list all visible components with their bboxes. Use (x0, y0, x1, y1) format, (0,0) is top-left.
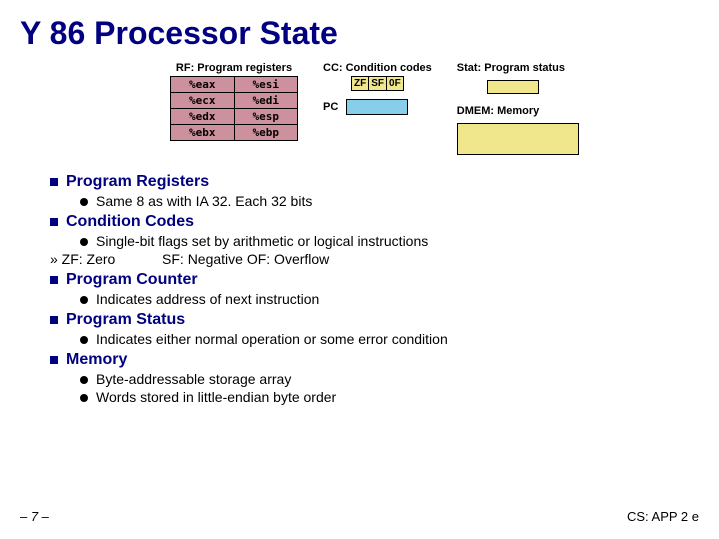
pc-box (346, 99, 408, 115)
round-bullet-icon (80, 394, 88, 402)
bullet-text: Indicates either normal operation or som… (96, 331, 448, 347)
footer: – 7 – CS: APP 2 e (20, 509, 699, 524)
bullet-text: Indicates address of next instruction (96, 291, 319, 307)
square-bullet-icon (50, 356, 58, 364)
content: Program Registers Same 8 as with IA 32. … (50, 173, 699, 405)
reg-cell: %edx (171, 109, 235, 125)
section-title: Memory (66, 351, 127, 368)
reg-cell: %esp (234, 109, 298, 125)
register-table: %eax%esi %ecx%edi %edx%esp %ebx%ebp (170, 76, 298, 141)
reg-cell: %esi (234, 77, 298, 93)
state-diagram: RF: Program registers %eax%esi %ecx%edi … (170, 62, 699, 158)
reg-cell: %edi (234, 93, 298, 109)
section-title: Program Registers (66, 173, 209, 190)
stat-label: Stat: Program status (457, 62, 565, 74)
reg-cell: %eax (171, 77, 235, 93)
round-bullet-icon (80, 198, 88, 206)
bullet-text: Same 8 as with IA 32. Each 32 bits (96, 193, 312, 209)
section-title: Program Status (66, 311, 185, 328)
bullet-text: Byte-addressable storage array (96, 371, 291, 387)
dmem-label: DMEM: Memory (457, 105, 540, 117)
dmem-box (457, 123, 579, 155)
section-title: Condition Codes (66, 213, 194, 230)
square-bullet-icon (50, 178, 58, 186)
round-bullet-icon (80, 376, 88, 384)
bullet-text: Words stored in little-endian byte order (96, 389, 336, 405)
square-bullet-icon (50, 218, 58, 226)
cc-label: CC: Condition codes (323, 62, 432, 74)
cc-cell: SF (369, 77, 387, 91)
stat-box (487, 80, 539, 94)
cc-cell: ZF (352, 77, 369, 91)
section-title: Program Counter (66, 271, 198, 288)
reg-cell: %ebx (171, 125, 235, 141)
rf-label: RF: Program registers (170, 62, 298, 74)
reg-cell: %ecx (171, 93, 235, 109)
reg-cell: %ebp (234, 125, 298, 141)
page-number: – 7 – (20, 509, 49, 524)
pc-label: PC (323, 101, 338, 113)
slide-title: Y 86 Processor State (20, 15, 699, 52)
cc-cell: 0F (387, 77, 404, 91)
square-bullet-icon (50, 316, 58, 324)
round-bullet-icon (80, 336, 88, 344)
source-label: CS: APP 2 e (627, 509, 699, 524)
cc-table: ZF SF 0F (351, 76, 404, 91)
round-bullet-icon (80, 296, 88, 304)
sub-bullet-text: » ZF: Zero SF: Negative OF: Overflow (50, 251, 699, 267)
square-bullet-icon (50, 276, 58, 284)
bullet-text: Single-bit flags set by arithmetic or lo… (96, 233, 428, 249)
round-bullet-icon (80, 238, 88, 246)
